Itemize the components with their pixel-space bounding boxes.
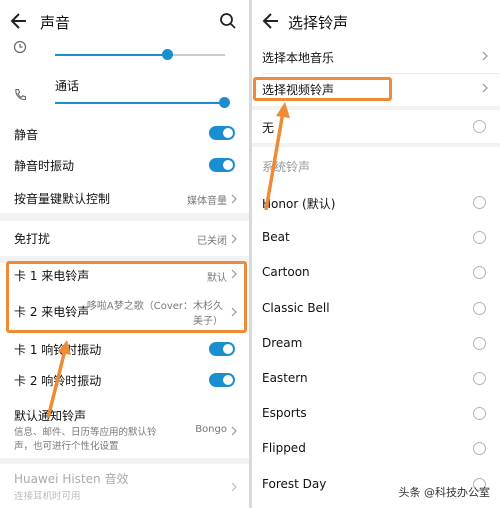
back-arrow-icon[interactable] xyxy=(10,10,28,32)
notification-row[interactable]: 默认通知铃声 信息、邮件、日历等应用的默认铃 声，也可进行个性化设置 Bongo xyxy=(0,398,249,458)
silent-vibrate-label: 静音时振动 xyxy=(14,159,75,173)
highlight-arrow-icon xyxy=(46,340,71,419)
local-music-row[interactable]: 选择本地音乐 xyxy=(252,40,500,72)
notification-desc-line1: 信息、邮件、日历等应用的默认铃 xyxy=(14,427,157,438)
chevron-right-icon xyxy=(482,51,488,61)
ringtone-item-radio[interactable] xyxy=(473,442,486,456)
silent-toggle[interactable] xyxy=(209,126,235,140)
notification-value: Bongo xyxy=(195,424,227,435)
ringtone-item-label: Forest Day xyxy=(262,476,327,491)
none-radio[interactable] xyxy=(473,120,486,133)
ringtone-item-radio[interactable] xyxy=(473,196,486,209)
volume-key-label: 按音量键默认控制 xyxy=(14,192,111,206)
back-arrow-icon[interactable] xyxy=(262,10,280,32)
chevron-right-icon xyxy=(482,83,488,93)
ringtone-item[interactable]: Classic Bell xyxy=(252,293,500,325)
ringtone-item[interactable]: Cartoon xyxy=(252,257,500,289)
ringtone-item-label: Beat xyxy=(262,230,290,245)
ringtone-item-radio[interactable] xyxy=(473,407,486,421)
alarm-volume-knob[interactable] xyxy=(162,49,173,60)
chevron-right-icon xyxy=(231,482,237,492)
ringtone-item[interactable]: Dream xyxy=(252,328,500,360)
volume-sliders: 通话 xyxy=(0,40,249,122)
page-title: 声音 xyxy=(40,14,71,32)
ringtone-item-label: Dream xyxy=(262,335,303,350)
ringtone-item[interactable]: Beat xyxy=(252,222,500,254)
call-volume-knob[interactable] xyxy=(219,97,230,108)
search-icon[interactable] xyxy=(219,12,237,30)
highlight-arrow-icon xyxy=(264,102,290,211)
ringtone-item-radio[interactable] xyxy=(473,372,486,385)
call-volume-slider[interactable] xyxy=(55,102,225,104)
card2-vibrate-toggle[interactable] xyxy=(209,373,235,387)
card1-vibrate-toggle[interactable] xyxy=(209,342,235,356)
page-title: 选择铃声 xyxy=(288,14,349,32)
local-music-label: 选择本地音乐 xyxy=(262,51,335,65)
silent-vibrate-toggle[interactable] xyxy=(209,158,235,172)
ringtone-item-label: Esports xyxy=(262,406,307,421)
ringtone-item-radio[interactable] xyxy=(473,336,486,350)
silent-row[interactable]: 静音 xyxy=(0,122,249,144)
dnd-label: 免打扰 xyxy=(14,232,51,246)
silent-label: 静音 xyxy=(14,128,39,142)
clock-icon xyxy=(13,40,27,54)
phone-icon xyxy=(15,88,27,101)
chevron-right-icon xyxy=(231,194,237,204)
vibrate-group: 卡 1 响铃时振动 卡 2 响铃时振动 xyxy=(0,334,249,398)
ringtone-item[interactable]: Esports xyxy=(252,398,500,430)
ringtone-item-radio[interactable] xyxy=(473,266,486,280)
call-volume-label: 通话 xyxy=(55,79,80,93)
volume-key-row[interactable]: 按音量键默认控制 媒体音量 xyxy=(0,186,249,213)
ringtone-item-label: Cartoon xyxy=(262,265,310,280)
ringtone-item-label: Eastern xyxy=(262,371,308,385)
notification-desc-line2: 声，也可进行个性化设置 xyxy=(14,441,119,452)
sound-header: 声音 xyxy=(0,0,249,44)
histen-label: Huawei Histen 音效 xyxy=(14,472,129,486)
ringtone-highlight-box xyxy=(6,261,247,333)
chevron-right-icon xyxy=(231,426,237,436)
video-ringtone-highlight-box xyxy=(253,77,392,101)
volume-key-value: 媒体音量 xyxy=(187,196,227,207)
ringtone-item-label: Flipped xyxy=(262,441,306,456)
silent-vibrate-row[interactable]: 静音时振动 xyxy=(0,144,249,186)
ringtone-item[interactable]: Flipped xyxy=(252,433,500,465)
ringtone-item[interactable]: Eastern xyxy=(252,363,500,395)
histen-desc: 连接耳机时可用 xyxy=(14,491,81,502)
alarm-volume-fill xyxy=(55,54,167,56)
ringtone-item-radio[interactable] xyxy=(473,231,486,245)
ringtone-item-label: Classic Bell xyxy=(262,300,330,315)
ringtone-item-radio[interactable] xyxy=(473,301,486,315)
card2-vibrate-row[interactable]: 卡 2 响铃时振动 xyxy=(0,366,249,396)
choose-ringtone-panel: 选择铃声 选择本地音乐 选择视频铃声 无 系统铃声 Honor (默认) Beat… xyxy=(252,0,500,508)
sound-settings-panel: 声音 通话 静音 静音时振动 按音量键默认控制 媒体音量 免打扰 已关闭 卡 1… xyxy=(0,0,249,508)
dnd-value: 已关闭 xyxy=(197,236,227,247)
dnd-row[interactable]: 免打扰 已关闭 xyxy=(0,221,249,256)
card1-vibrate-row[interactable]: 卡 1 响铃时振动 xyxy=(0,334,249,364)
ringtone-header: 选择铃声 xyxy=(252,0,500,44)
histen-row: Huawei Histen 音效 连接耳机时可用 xyxy=(0,464,249,508)
watermark-text: 头条 @科技办公室 xyxy=(398,486,491,499)
chevron-right-icon xyxy=(231,234,237,244)
